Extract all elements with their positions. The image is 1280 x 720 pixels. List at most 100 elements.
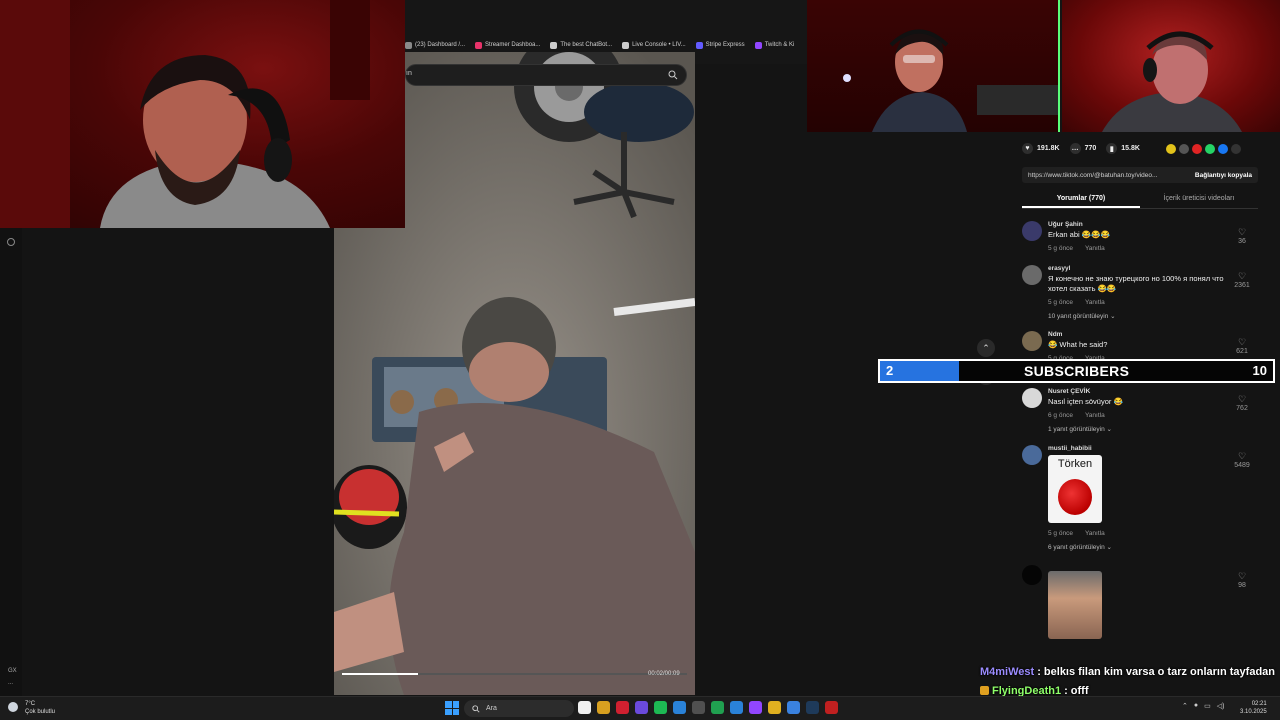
- taskbar-app-icon[interactable]: [635, 701, 648, 714]
- taskbar-app-icon[interactable]: [692, 701, 705, 714]
- taskbar-app-icon[interactable]: [616, 701, 629, 714]
- comment-text: Erkan abi 😂😂😂: [1048, 230, 1110, 239]
- avatar[interactable]: [1022, 265, 1042, 285]
- taskbar-app-icon[interactable]: [597, 701, 610, 714]
- share-icons: [1166, 144, 1241, 154]
- comment-username[interactable]: Ndm: [1048, 331, 1062, 338]
- bookmark-icon: [754, 41, 762, 49]
- stream-canvas: (23) Dashboard /... Streamer Dashboa... Th…: [0, 0, 1280, 720]
- gx-label: GX: [8, 668, 17, 674]
- video-progress-bar[interactable]: [342, 673, 687, 675]
- bookmark-item[interactable]: Twitch & Ki: [754, 38, 795, 52]
- cloud-icon: [8, 702, 18, 712]
- share-icon[interactable]: [1231, 144, 1241, 154]
- avatar[interactable]: [1022, 445, 1042, 465]
- taskbar-app-icon[interactable]: [749, 701, 762, 714]
- subscriber-goal-bar: 2 SUBSCRIBERS 10: [878, 359, 1275, 383]
- comments-stat[interactable]: … 770: [1069, 143, 1097, 154]
- bookmark-icon: [475, 41, 483, 49]
- comment-username[interactable]: Uğur Şahin: [1048, 221, 1083, 228]
- more-icon[interactable]: ...: [8, 680, 13, 686]
- taskbar-app-icon[interactable]: [806, 701, 819, 714]
- search-icon[interactable]: [668, 70, 678, 80]
- taskbar-app-icon[interactable]: [825, 701, 838, 714]
- share-icon[interactable]: [1166, 144, 1176, 154]
- bookmark-label: Live Console • LIV...: [632, 42, 686, 48]
- comment-like[interactable]: ♡ 5489: [1232, 451, 1252, 469]
- comment-item: erasyyl Я конечно не знаю турецкого но 10…: [1022, 265, 1262, 325]
- bookmark-label: Twitch & Ki: [764, 42, 795, 48]
- avatar[interactable]: [1022, 388, 1042, 408]
- comment-tabs: Yorumlar (770) İçerik üreticisi videoları: [1022, 192, 1258, 209]
- video-time: 00:02/00:09: [648, 671, 680, 677]
- avatar[interactable]: [1022, 221, 1042, 241]
- taskbar-apps: [578, 701, 838, 714]
- comment-image: [1048, 571, 1102, 639]
- taskbar-app-icon[interactable]: [787, 701, 800, 714]
- comment-item: mustii_habibii Törken 5 g önce Yanıtla 6 yan…: [1022, 445, 1262, 560]
- taskbar-app-icon[interactable]: [673, 701, 686, 714]
- comment-like[interactable]: ♡ 2361: [1232, 271, 1252, 289]
- reply-button[interactable]: Yanıtla: [1085, 299, 1105, 306]
- share-icon[interactable]: [1218, 144, 1228, 154]
- bookmarks-bar: (23) Dashboard /... Streamer Dashboa... Th…: [405, 38, 807, 52]
- avatar[interactable]: [1022, 565, 1042, 585]
- guest-2-figure: [1102, 31, 1242, 132]
- comment-item: Uğur Şahin Erkan abi 😂😂😂 5 g önce Yanıtla ♡ 3…: [1022, 221, 1262, 261]
- view-replies-button[interactable]: 6 yanıt görüntüleyin ⌄: [1048, 543, 1112, 551]
- taskbar-search[interactable]: Ara: [464, 700, 574, 717]
- heart-icon: ♡: [1237, 271, 1247, 281]
- avatar[interactable]: [1022, 331, 1042, 351]
- like-count: 2361: [1234, 282, 1250, 289]
- reply-button[interactable]: Yanıtla: [1085, 412, 1105, 419]
- comment-like[interactable]: ♡ 36: [1232, 227, 1252, 245]
- settings-icon[interactable]: [7, 238, 15, 246]
- comment-username[interactable]: Nusret ÇEVİK: [1048, 388, 1090, 395]
- network-icon[interactable]: ▭: [1204, 702, 1211, 710]
- microphone-icon[interactable]: ●: [1194, 702, 1198, 710]
- bookmark-label: (23) Dashboard /...: [415, 42, 466, 48]
- comment-username[interactable]: erasyyl: [1048, 265, 1070, 272]
- saves-stat[interactable]: ▮ 15.8K: [1106, 143, 1140, 154]
- comment-like[interactable]: ♡ 621: [1232, 337, 1252, 355]
- share-icon[interactable]: [1179, 144, 1189, 154]
- taskbar-app-icon[interactable]: [578, 701, 591, 714]
- start-button[interactable]: [445, 701, 459, 715]
- share-url-row: https://www.tiktok.com/@batuhan.toy/vide…: [1022, 167, 1258, 183]
- reply-button[interactable]: Yanıtla: [1085, 530, 1105, 537]
- volume-icon[interactable]: ◁): [1217, 702, 1225, 710]
- bookmark-item[interactable]: (23) Dashboard /...: [405, 38, 465, 52]
- bookmark-item[interactable]: Live Console • LIV...: [622, 38, 686, 52]
- likes-stat[interactable]: ♥ 191.8K: [1022, 143, 1060, 154]
- comments-count: 770: [1084, 145, 1097, 152]
- comment-username[interactable]: mustii_habibii: [1048, 445, 1092, 452]
- taskbar-app-icon[interactable]: [768, 701, 781, 714]
- like-count: 98: [1238, 582, 1246, 589]
- bookmark-icon: [405, 41, 412, 49]
- tab-comments[interactable]: Yorumlar (770): [1022, 192, 1140, 208]
- share-icon[interactable]: [1192, 144, 1202, 154]
- comment-like[interactable]: ♡ 98: [1232, 571, 1252, 589]
- search-text: ın: [406, 70, 412, 77]
- comment-like[interactable]: ♡ 762: [1232, 394, 1252, 412]
- comment-item: Ndm😂 What he said?5 g önceYanıtla♡621: [1022, 331, 1262, 362]
- bookmark-item[interactable]: Streamer Dashboa...: [475, 38, 540, 52]
- view-replies-button[interactable]: 10 yanıt görüntüleyin ⌄: [1048, 312, 1116, 320]
- reply-button[interactable]: Yanıtla: [1085, 245, 1105, 252]
- scroll-up-button[interactable]: ⌃: [977, 339, 995, 357]
- clock[interactable]: 02:21 3.10.2025: [1240, 700, 1267, 716]
- comment-age: 6 g önce: [1048, 412, 1073, 419]
- chevron-up-icon[interactable]: ⌃: [1182, 702, 1188, 710]
- tab-creator-videos[interactable]: İçerik üreticisi videoları: [1140, 192, 1258, 208]
- search-input[interactable]: ın: [405, 64, 687, 86]
- taskbar-app-icon[interactable]: [711, 701, 724, 714]
- copy-link-button[interactable]: Bağlantıyı kopyala: [1195, 172, 1252, 179]
- chat-message: M4miWest: belkıs filan kim varsa o tarz …: [980, 662, 1280, 681]
- taskbar-app-icon[interactable]: [730, 701, 743, 714]
- taskbar-app-icon[interactable]: [654, 701, 667, 714]
- bookmark-item[interactable]: The best ChatBot...: [550, 38, 612, 52]
- share-icon[interactable]: [1205, 144, 1215, 154]
- bookmark-item[interactable]: Stripe Express: [695, 38, 745, 52]
- bookmark-label: The best ChatBot...: [560, 42, 613, 48]
- view-replies-button[interactable]: 1 yanıt görüntüleyin ⌄: [1048, 425, 1112, 433]
